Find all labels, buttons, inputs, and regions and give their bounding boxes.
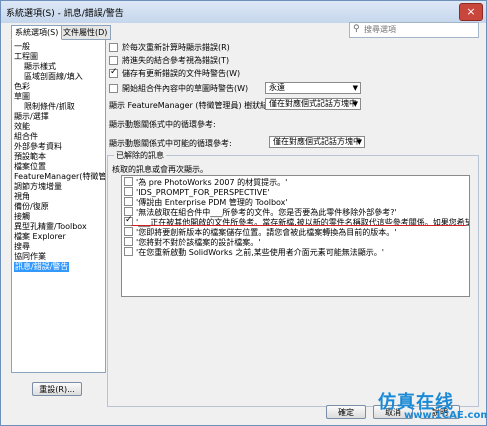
nav-item-view[interactable]: 視角 bbox=[14, 192, 30, 202]
watermark-url: www.1CAE.com bbox=[404, 410, 487, 421]
select-featuremanager-warnings[interactable]: 僅在對應個式記話方塊中 ▼ bbox=[265, 98, 361, 110]
nav-item-external-references[interactable]: 外部參考資料 bbox=[14, 142, 62, 152]
nav-item-relations-snaps[interactable]: 限制條件/抓取 bbox=[24, 102, 75, 112]
checkbox-save-with-errors[interactable] bbox=[109, 67, 118, 78]
list-item-text: '為 pre PhotoWorks 2007 的材質提示。' bbox=[136, 178, 288, 187]
options-tree: 一般 工程圖 顯示樣式 區域剖面線/填入 色彩 草圖 限制條件/抓取 顯示/選擇… bbox=[11, 39, 106, 373]
select-sketch-in-assembly[interactable]: 永遠 ▼ bbox=[265, 82, 361, 94]
list-item[interactable]: '___正在被其他開啟的文件所參考。當存新檔,被以新的零件名稱取代這些參考關係。… bbox=[124, 215, 469, 228]
search-field[interactable]: ⚲ bbox=[349, 22, 479, 38]
label-possible-circular-references: 顯示動態關係式中可能的循環參考: bbox=[109, 139, 232, 148]
list-item-checkbox[interactable] bbox=[124, 227, 133, 236]
nav-item-file-locations[interactable]: 檔案位置 bbox=[14, 162, 46, 172]
search-icon: ⚲ bbox=[353, 24, 360, 34]
checkbox-missing-mates[interactable] bbox=[109, 56, 118, 65]
label-circular-references: 顯示動態關係式中的循環參考: bbox=[109, 120, 216, 129]
nav-item-assemblies[interactable]: 組合件 bbox=[14, 132, 38, 142]
tab-document-properties[interactable]: 文件屬性(D) bbox=[59, 25, 112, 40]
nav-item-colors[interactable]: 色彩 bbox=[14, 82, 30, 92]
checkbox-sketch-in-assembly[interactable] bbox=[109, 84, 118, 93]
reset-button[interactable]: 重設(R)... bbox=[32, 382, 82, 396]
nav-item-display-selection[interactable]: 顯示/選擇 bbox=[14, 112, 49, 122]
nav-item-performance[interactable]: 效能 bbox=[14, 122, 30, 132]
nav-item-display-style[interactable]: 顯示樣式 bbox=[24, 62, 56, 72]
list-item-text: '傳說由 Enterprise PDM 管理的 Toolbox' bbox=[136, 198, 288, 207]
nav-item-sketch[interactable]: 草圖 bbox=[14, 92, 30, 102]
label-sketch-in-assembly: 開始組合件內容中的草圖時警告(W) bbox=[122, 84, 249, 93]
search-input[interactable] bbox=[364, 24, 472, 35]
nav-item-featuremanager[interactable]: FeatureManager(特徵管理員) bbox=[14, 172, 105, 182]
list-item[interactable]: '您即將要創新版本的檔案儲存位置。請您會被此檔案轉換為目前的版本。' bbox=[124, 227, 397, 238]
list-item-text: '您即將要創新版本的檔案儲存位置。請您會被此檔案轉換為目前的版本。' bbox=[136, 228, 397, 237]
nav-item-drawings[interactable]: 工程圖 bbox=[14, 52, 38, 62]
select-featuremanager-warnings-value: 僅在對應個式記話方塊中 bbox=[269, 99, 357, 108]
chevron-down-icon: ▼ bbox=[352, 84, 358, 92]
dialog-window: 系統選項(S) - 訊息/錯誤/警告 × 系統選項(S) 文件屬性(D) ⚲ 一… bbox=[0, 0, 487, 426]
ok-button[interactable]: 確定 bbox=[326, 405, 366, 419]
list-item-checkbox[interactable] bbox=[124, 247, 133, 256]
nav-item-backup-recover[interactable]: 備份/復原 bbox=[14, 202, 49, 212]
chevron-down-icon: ▼ bbox=[356, 138, 362, 146]
nav-item-default-templates[interactable]: 預設範本 bbox=[14, 152, 46, 162]
select-possible-circular-references-value: 僅在對應個式記話方塊中 bbox=[273, 137, 361, 146]
nav-item-area-hatch[interactable]: 區域剖面線/填入 bbox=[24, 72, 83, 82]
close-button[interactable]: × bbox=[459, 3, 483, 21]
dismissed-hint: 核取的訊息或會再次顯示。 bbox=[112, 165, 208, 174]
nav-item-messages-errors-warnings[interactable]: 訊息/錯誤/警告 bbox=[14, 262, 70, 272]
nav-item-touch[interactable]: 接觸 bbox=[14, 212, 30, 222]
tab-system-options[interactable]: 系統選項(S) bbox=[11, 25, 63, 40]
list-item[interactable]: 'IDS_PROMPT_FOR_PERSPECTIVE' bbox=[124, 187, 270, 198]
window-title: 系統選項(S) - 訊息/錯誤/警告 bbox=[6, 9, 124, 19]
list-item-text: '無法啟取在組合件中___所參考的文件。您是否要為此零件移除外部參考?' bbox=[136, 208, 397, 217]
nav-item-hole-wizard-toolbox[interactable]: 異型孔精靈/Toolbox bbox=[14, 222, 87, 232]
dismissed-messages-list[interactable]: '為 pre PhotoWorks 2007 的材質提示。' 'IDS_PROM… bbox=[121, 175, 470, 297]
chevron-down-icon: ▼ bbox=[352, 100, 358, 108]
checkbox-rebuild-error[interactable] bbox=[109, 43, 118, 52]
list-item[interactable]: '您將對不對於該檔案的設計檔案。' bbox=[124, 237, 261, 248]
nav-item-general[interactable]: 一般 bbox=[14, 42, 30, 52]
list-item[interactable]: '為 pre PhotoWorks 2007 的材質提示。' bbox=[124, 177, 288, 188]
nav-item-file-explorer[interactable]: 檔案 Explorer bbox=[14, 232, 66, 242]
label-rebuild-error: 於每次重新計算時顯示錯誤(R) bbox=[122, 43, 230, 52]
label-save-with-errors: 儲存有更新錯誤的文件時警告(W) bbox=[122, 69, 241, 78]
select-possible-circular-references[interactable]: 僅在對應個式記話方塊中 ▼ bbox=[269, 136, 365, 148]
list-item[interactable]: '在您重新啟動 SolidWorks 之前,某些使用者介面元素可能無法顯示。' bbox=[124, 247, 384, 258]
list-item-text: 'IDS_PROMPT_FOR_PERSPECTIVE' bbox=[136, 188, 270, 197]
list-item-checkbox[interactable] bbox=[124, 187, 133, 196]
list-item[interactable]: '傳說由 Enterprise PDM 管理的 Toolbox' bbox=[124, 197, 288, 208]
title-bar: 系統選項(S) - 訊息/錯誤/警告 × bbox=[1, 1, 486, 23]
label-missing-mates: 將進失的結合參考視為錯誤(T) bbox=[122, 56, 230, 65]
nav-item-search[interactable]: 搜尋 bbox=[14, 242, 30, 252]
nav-item-spin-box-increments[interactable]: 調節方塊增量 bbox=[14, 182, 62, 192]
list-item-checkbox[interactable] bbox=[124, 197, 133, 206]
list-item-checkbox[interactable] bbox=[124, 237, 133, 246]
list-item-checkbox[interactable] bbox=[124, 177, 133, 186]
red-underline-annotation bbox=[131, 225, 466, 226]
dismissed-group-title: 已解除的訊息 bbox=[114, 150, 166, 161]
list-item-text: '您將對不對於該檔案的設計檔案。' bbox=[136, 238, 261, 247]
select-sketch-in-assembly-value: 永遠 bbox=[269, 83, 285, 92]
list-item[interactable]: '無法啟取在組合件中___所參考的文件。您是否要為此零件移除外部參考?' bbox=[124, 207, 397, 218]
nav-item-collaboration[interactable]: 協同作業 bbox=[14, 252, 46, 262]
list-item-text: '在您重新啟動 SolidWorks 之前,某些使用者介面元素可能無法顯示。' bbox=[136, 248, 384, 257]
